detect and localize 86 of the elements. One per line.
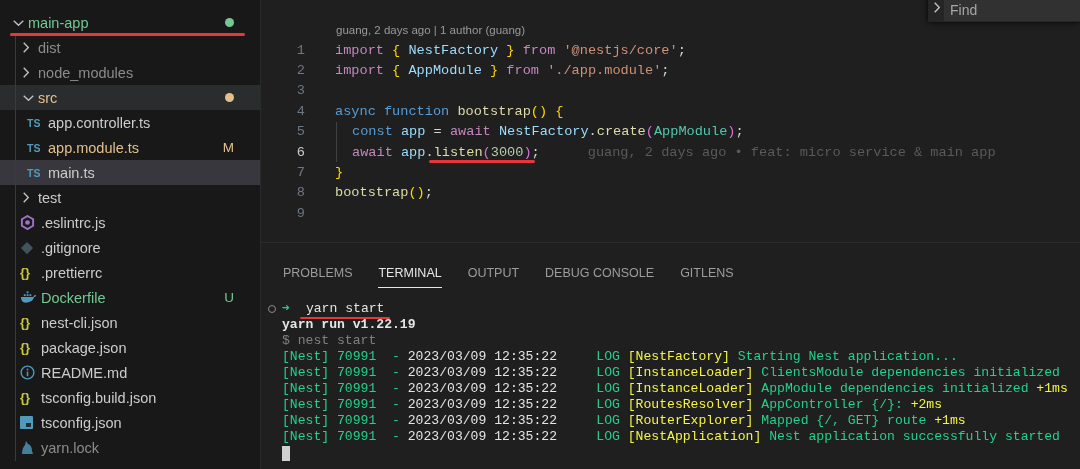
file-name: dist bbox=[38, 39, 62, 56]
code-line: import { NestFactory } from '@nestjs/core'; bbox=[335, 42, 686, 58]
line-number: 7 bbox=[295, 165, 305, 181]
folder-item[interactable]: dist bbox=[0, 35, 260, 60]
file-name: .eslintrc.js bbox=[41, 214, 107, 231]
line-number: 4 bbox=[295, 103, 305, 119]
file-name: app.module.ts bbox=[48, 139, 141, 156]
file-name: tsconfig.build.json bbox=[41, 389, 158, 406]
chevron-right-icon[interactable] bbox=[934, 1, 940, 13]
file-item[interactable]: README.md bbox=[0, 360, 260, 385]
file-item[interactable]: Dockerfile U bbox=[0, 285, 260, 310]
braces-icon: {} bbox=[20, 315, 41, 330]
code-line: const app = await NestFactory.create(AppModule); bbox=[352, 124, 744, 140]
line-number: 1 bbox=[295, 42, 305, 58]
braces-icon: {} bbox=[20, 265, 41, 280]
line-number: 2 bbox=[295, 63, 305, 79]
folder-item[interactable]: src bbox=[0, 85, 260, 110]
file-item[interactable]: yarn.lock bbox=[0, 435, 260, 460]
folder-item[interactable]: test bbox=[0, 185, 260, 210]
whale-icon bbox=[20, 291, 37, 304]
code-line: import { AppModule } from './app.module'; bbox=[335, 63, 670, 79]
file-item[interactable]: {} .prettierrc bbox=[0, 260, 260, 285]
file-name: Dockerfile bbox=[41, 289, 107, 306]
file-item[interactable]: .gitignore bbox=[0, 235, 260, 260]
line-number: 9 bbox=[295, 205, 305, 221]
panel-tab[interactable]: PROBLEMS bbox=[283, 260, 353, 288]
braces-icon: {} bbox=[20, 340, 41, 355]
blame-annotation[interactable]: guang, 2 days ago | 1 author (guang) bbox=[261, 20, 1080, 40]
file-name: main.ts bbox=[48, 164, 96, 181]
git-status-label: U bbox=[224, 290, 234, 305]
panel-tab[interactable]: GITLENS bbox=[680, 260, 734, 288]
braces-icon: {} bbox=[20, 390, 41, 405]
diamond-icon bbox=[20, 240, 34, 255]
prompt-arrow: ➜ bbox=[282, 301, 290, 317]
terminal-line: $ nest start bbox=[282, 333, 377, 349]
file-name: node_modules bbox=[38, 64, 135, 81]
file-name: main-app bbox=[28, 14, 225, 31]
terminal-cursor bbox=[282, 445, 290, 461]
file-item[interactable]: .eslintrc.js bbox=[0, 210, 260, 235]
file-name: src bbox=[38, 89, 59, 106]
square-icon bbox=[20, 416, 33, 429]
file-name: test bbox=[38, 189, 63, 206]
file-item[interactable]: TS app.module.ts M bbox=[0, 135, 260, 160]
terminal-line: [Nest] 70991 - 2023/03/09 12:35:22 LOG [RoutesResolver] AppController {/}: +2ms bbox=[282, 397, 943, 413]
code-line: } bbox=[335, 165, 344, 181]
code-line: bootstrap(); bbox=[335, 185, 433, 201]
file-name: README.md bbox=[41, 364, 129, 381]
panel-tab[interactable]: DEBUG CONSOLE bbox=[545, 260, 655, 288]
panel-tab[interactable]: TERMINAL bbox=[378, 260, 442, 288]
folder-item[interactable]: node_modules bbox=[0, 60, 260, 85]
file-item[interactable]: {} tsconfig.build.json bbox=[0, 385, 260, 410]
file-item[interactable]: TS app.controller.ts bbox=[0, 110, 260, 135]
folder-item[interactable]: main-app bbox=[0, 10, 260, 35]
terminal-command: yarn start bbox=[305, 301, 385, 317]
file-item[interactable]: TS main.ts bbox=[0, 160, 260, 185]
line-number: 6 bbox=[295, 144, 305, 160]
typescript-icon: TS bbox=[27, 141, 48, 154]
file-item[interactable]: {} nest-cli.json bbox=[0, 310, 260, 335]
line-number: 8 bbox=[295, 185, 305, 201]
line-number: 5 bbox=[295, 124, 305, 140]
file-name: tsconfig.json bbox=[41, 414, 123, 431]
typescript-icon: TS bbox=[27, 166, 48, 179]
code-line: async function bootstrap() { bbox=[335, 103, 564, 119]
typescript-icon: TS bbox=[27, 116, 48, 129]
code-line: await app.listen(3000); bbox=[352, 144, 540, 160]
file-name: .gitignore bbox=[41, 239, 102, 256]
info-icon bbox=[20, 365, 35, 380]
git-status-label: M bbox=[222, 140, 234, 155]
terminal-line: [Nest] 70991 - 2023/03/09 12:35:22 LOG [NestApplication] Nest application successfully started bbox=[282, 429, 1060, 445]
terminal-line: [Nest] 70991 - 2023/03/09 12:35:22 LOG [InstanceLoader] ClientsModule dependencies initialized bbox=[282, 365, 1060, 381]
file-name: yarn.lock bbox=[41, 439, 101, 456]
inline-blame: guang, 2 days ago • feat: micro service & main app bbox=[587, 144, 996, 160]
file-name: app.controller.ts bbox=[48, 114, 152, 131]
panel-tab[interactable]: OUTPUT bbox=[467, 260, 520, 288]
terminal-line: yarn run v1.22.19 bbox=[282, 317, 416, 333]
terminal-line: [Nest] 70991 - 2023/03/09 12:35:22 LOG [InstanceLoader] AppModule dependencies initialized +1ms bbox=[282, 381, 1068, 397]
terminal-line: [Nest] 70991 - 2023/03/09 12:35:22 LOG [NestFactory] Starting Nest application... bbox=[282, 349, 958, 365]
line-number: 3 bbox=[295, 83, 305, 99]
find-field[interactable]: Find bbox=[944, 0, 1080, 21]
file-name: package.json bbox=[41, 339, 128, 356]
hexagon-icon bbox=[20, 215, 35, 230]
file-name: nest-cli.json bbox=[41, 314, 119, 331]
file-name: .prettierrc bbox=[41, 264, 104, 281]
terminal-line: [Nest] 70991 - 2023/03/09 12:35:22 LOG [RouterExplorer] Mapped {/, GET} route +1ms bbox=[282, 413, 966, 429]
file-item[interactable]: tsconfig.json bbox=[0, 410, 260, 435]
file-item[interactable]: {} package.json bbox=[0, 335, 260, 360]
